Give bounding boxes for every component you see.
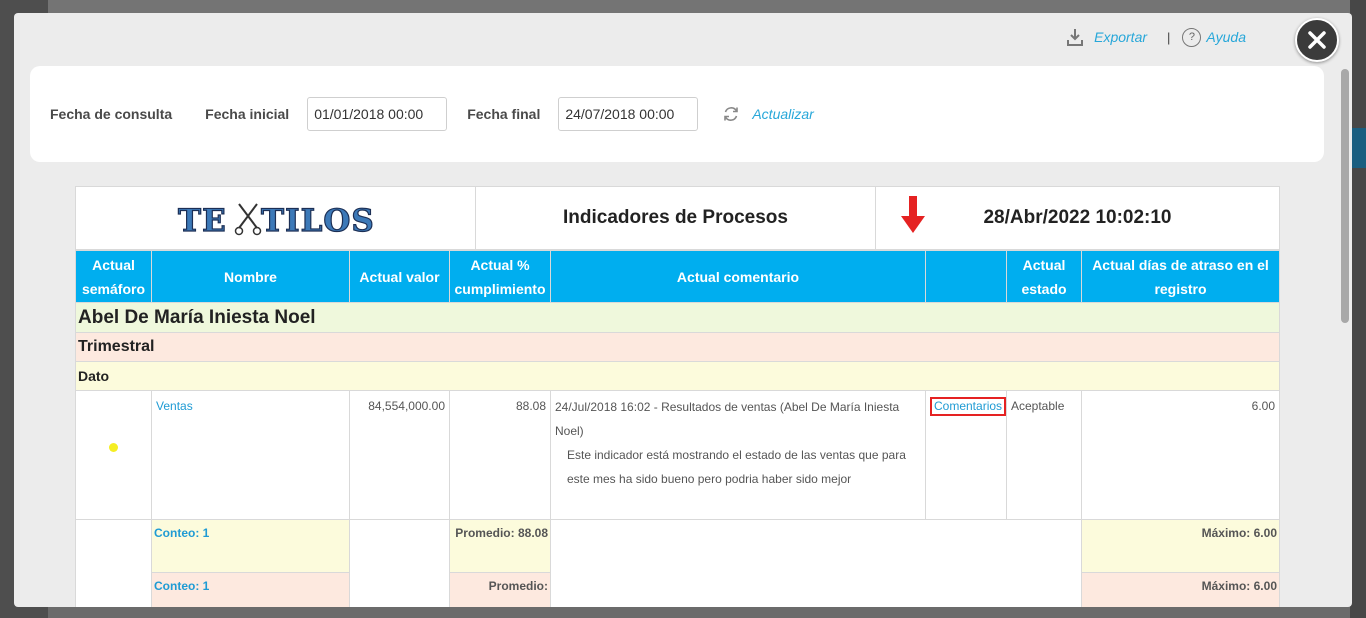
end-date-label: Fecha final xyxy=(467,106,541,122)
value-cell: 84,554,000.00 xyxy=(349,390,450,520)
group-period-label: Trimestral xyxy=(75,332,1280,362)
summary-maximum: Máximo: 6.00 xyxy=(1081,572,1280,607)
summary-empty-cell xyxy=(550,519,1082,607)
col-header-days-late[interactable]: Actual días de atraso en el registro xyxy=(1081,250,1280,303)
col-header-value[interactable]: Actual valor xyxy=(349,250,450,303)
export-button[interactable]: Exportar xyxy=(1066,27,1147,47)
report-modal: Exportar | ? Ayuda Fecha de consulta Fec… xyxy=(14,13,1352,607)
refresh-icon xyxy=(724,107,739,121)
summary-empty-cell xyxy=(349,519,450,607)
download-icon xyxy=(1067,29,1084,46)
report-title: Indicadores de Procesos xyxy=(476,187,876,249)
export-label: Exportar xyxy=(1094,29,1148,45)
background-right-edge xyxy=(1350,0,1366,618)
help-icon: ? xyxy=(1182,27,1202,47)
modal-scrollbar[interactable] xyxy=(1341,69,1349,323)
group-row-period: Trimestral xyxy=(75,332,1280,362)
comment-body: Este indicador está mostrando el estado … xyxy=(567,448,906,486)
comments-link-cell: Comentarios xyxy=(925,390,1007,520)
summary-count: Conteo: 1 xyxy=(151,519,350,573)
name-cell: Ventas xyxy=(151,390,350,520)
summary-empty-cell xyxy=(75,519,152,607)
scissors-icon xyxy=(234,203,261,236)
col-header-compliance[interactable]: Actual % cumplimiento xyxy=(449,250,551,303)
state-cell: Aceptable xyxy=(1006,390,1082,520)
group-row-type: Dato xyxy=(75,361,1280,391)
table-row: Ventas 84,554,000.00 88.08 24/Jul/2018 1… xyxy=(75,390,1280,520)
logo-text-left: TE xyxy=(178,203,227,239)
end-date-input[interactable] xyxy=(558,97,699,131)
company-logo: TE TILOS xyxy=(76,187,476,249)
summary-average: Promedio: 88.08 xyxy=(449,519,551,573)
compliance-cell: 88.08 xyxy=(449,390,551,520)
logo-text-right: TILOS xyxy=(261,203,375,239)
date-filter-bar: Fecha de consulta Fecha inicial Fecha fi… xyxy=(30,66,1324,162)
report-datetime: 28/Abr/2022 10:02:10 xyxy=(983,207,1172,228)
col-header-comment[interactable]: Actual comentario xyxy=(550,250,926,303)
start-date-input[interactable] xyxy=(307,97,448,131)
report-header: TE TILOS Indicadores de Procesos 28/Abr/… xyxy=(75,186,1280,250)
table-header-row: Actual semáforo Nombre Actual valor Actu… xyxy=(75,250,1280,303)
query-date-label: Fecha de consulta xyxy=(50,106,173,122)
top-actions: Exportar | ? Ayuda xyxy=(1066,27,1246,47)
col-header-state[interactable]: Actual estado xyxy=(1006,250,1082,303)
comment-cell: 24/Jul/2018 16:02 - Resultados de ventas… xyxy=(550,390,926,520)
traffic-light-indicator xyxy=(109,443,118,452)
group-person-label: Abel De María Iniesta Noel xyxy=(75,302,1280,333)
close-button[interactable] xyxy=(1295,18,1339,62)
help-label: Ayuda xyxy=(1206,29,1246,45)
help-button[interactable]: ? Ayuda xyxy=(1182,27,1246,47)
close-icon xyxy=(1308,31,1326,49)
report-sheet: TE TILOS Indicadores de Procesos 28/Abr/… xyxy=(75,186,1280,607)
summary-average: Promedio: xyxy=(449,572,551,607)
indicator-name-link[interactable]: Ventas xyxy=(156,399,193,413)
indicators-table: Actual semáforo Nombre Actual valor Actu… xyxy=(75,250,1280,607)
modal-header: Exportar | ? Ayuda xyxy=(14,13,1352,65)
summary-count: Conteo: 1 xyxy=(151,572,350,607)
comments-link[interactable]: Comentarios xyxy=(930,397,1007,416)
col-header-empty xyxy=(925,250,1007,303)
separator: | xyxy=(1167,29,1171,45)
start-date-label: Fecha inicial xyxy=(205,106,290,122)
refresh-label: Actualizar xyxy=(752,106,814,122)
comment-header: 24/Jul/2018 16:02 - Resultados de ventas… xyxy=(555,400,900,438)
down-arrow-icon xyxy=(901,196,925,233)
col-header-traffic-light[interactable]: Actual semáforo xyxy=(75,250,152,303)
refresh-button[interactable]: Actualizar xyxy=(722,105,814,123)
group-row-person: Abel De María Iniesta Noel xyxy=(75,302,1280,333)
traffic-light-cell xyxy=(75,390,152,520)
col-header-name[interactable]: Nombre xyxy=(151,250,350,303)
textilos-logo: TE TILOS xyxy=(177,202,375,239)
days-late-cell: 6.00 xyxy=(1081,390,1280,520)
summary-row: Conteo: 1 Promedio: 88.08 Máximo: 6.00 xyxy=(75,519,1280,607)
summary-maximum: Máximo: 6.00 xyxy=(1081,519,1280,573)
group-type-label: Dato xyxy=(75,361,1280,391)
